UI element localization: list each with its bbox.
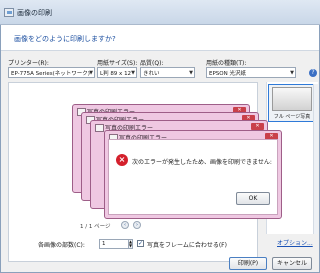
print-button[interactable]: 印刷(P) — [229, 257, 267, 270]
quality-label: 品質(Q): — [140, 60, 164, 67]
fit-frame-label: 写真をフレームに合わせる(F) — [147, 242, 227, 249]
close-icon[interactable]: ✕ — [251, 123, 264, 130]
paper-type-label: 用紙の種類(T): — [206, 60, 247, 67]
thumbnail-scrollbar[interactable] — [313, 84, 318, 234]
printer-select-value: EP-775A Series(ネットワーク) — [11, 71, 90, 77]
quality-select-value: きれい — [143, 71, 160, 77]
chevron-down-icon: ▼ — [290, 70, 294, 76]
previous-page-icon[interactable]: ‹ — [121, 221, 129, 229]
paper-size-select-value: L判 89 x 12 — [100, 71, 132, 77]
paper-size-select[interactable]: L判 89 x 12 ▼ — [97, 67, 137, 78]
chevron-down-icon: ▼ — [189, 70, 193, 76]
error-icon: × — [116, 154, 128, 166]
printer-select[interactable]: EP-775A Series(ネットワーク) ▼ — [8, 67, 95, 78]
paper-size-label: 用紙サイズ(S): — [97, 60, 138, 67]
copies-input[interactable]: 1 — [99, 239, 129, 249]
quality-select[interactable]: きれい ▼ — [140, 67, 195, 78]
paper-type-select[interactable]: EPSON 光沢紙 ▼ — [206, 67, 296, 78]
help-icon[interactable]: ? — [309, 69, 317, 77]
dialog-app-icon — [95, 124, 104, 132]
ok-button[interactable]: OK — [236, 192, 270, 205]
options-link[interactable]: オプション... — [277, 238, 313, 247]
cancel-button[interactable]: キャンセル — [272, 257, 312, 270]
next-page-icon[interactable]: › — [133, 221, 141, 229]
chevron-down-icon: ▼ — [89, 70, 93, 76]
printer-label: プリンター(R): — [8, 60, 49, 67]
page-question: 画像をどのように印刷しますか? — [14, 35, 116, 43]
error-message: 次のエラーが発生したため、画像を印刷できません: — [132, 159, 272, 166]
fit-frame-checkbox[interactable]: ✓ — [137, 240, 144, 247]
photo-thumbnail-icon — [272, 87, 312, 111]
copies-label: 各画像の部数(C): — [38, 242, 85, 249]
paper-type-select-value: EPSON 光沢紙 — [209, 71, 246, 77]
layout-thumbnail-caption: フル ページ写真 — [273, 114, 311, 120]
chevron-down-icon: ▼ — [131, 70, 135, 76]
page-indicator: 1 / 1 ページ — [80, 224, 111, 230]
copies-stepper-icon[interactable]: ▲ ▼ — [128, 239, 133, 249]
picture-app-icon — [4, 8, 14, 17]
window-title: 画像の印刷 — [17, 9, 52, 17]
